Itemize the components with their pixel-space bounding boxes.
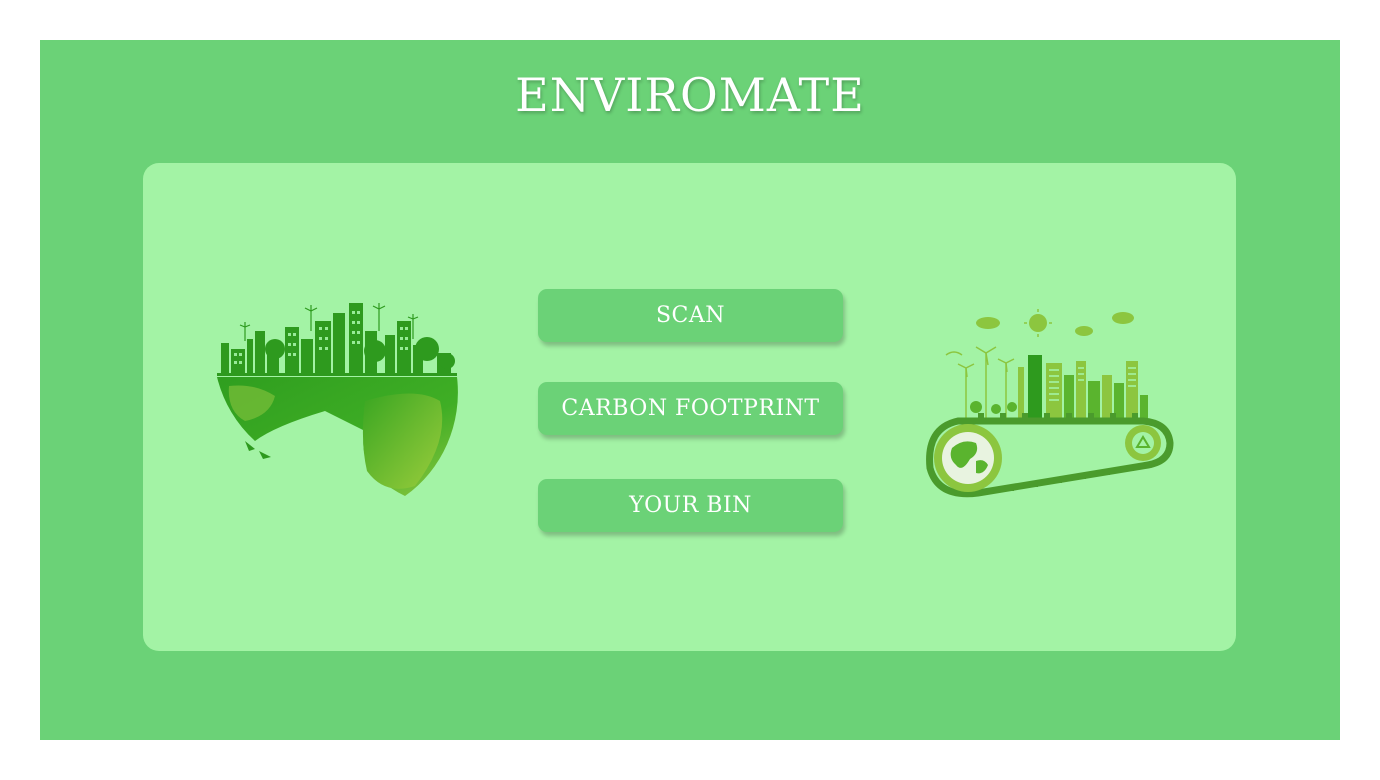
eco-city-globe-icon bbox=[217, 303, 458, 496]
main-panel: SCAN CARBON FOOTPRINT YOUR BIN bbox=[143, 163, 1236, 651]
eco-city-conveyor-gear-icon bbox=[926, 309, 1174, 498]
scan-button[interactable]: SCAN bbox=[538, 289, 843, 342]
app-title: ENVIROMATE bbox=[515, 68, 865, 122]
app-frame: ENVIROMATE SCAN CARBON FOOTPRINT YOUR BI… bbox=[40, 40, 1340, 740]
carbon-footprint-button[interactable]: CARBON FOOTPRINT bbox=[538, 382, 843, 435]
your-bin-button[interactable]: YOUR BIN bbox=[538, 479, 843, 532]
